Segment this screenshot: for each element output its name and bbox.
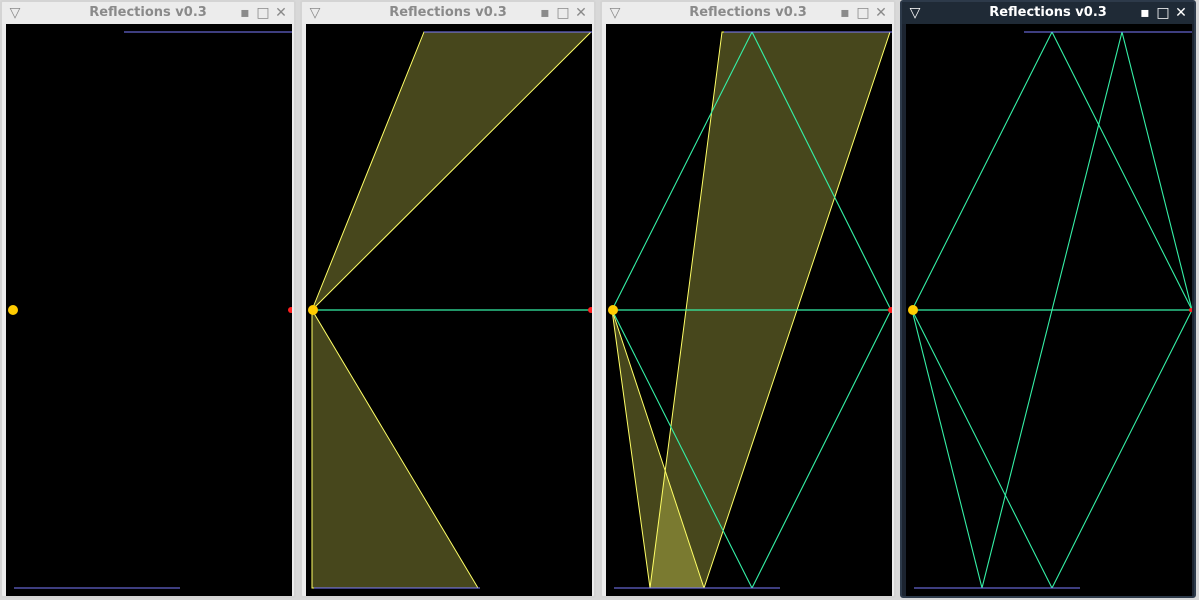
reflection-canvas-2[interactable] (306, 24, 592, 596)
upper-ray-out (1051, 31, 1192, 311)
reflection-scene-4 (908, 31, 1192, 589)
upper-ray-in (911, 31, 1053, 311)
maximize-button-3[interactable]: □ (856, 6, 870, 20)
close-button-4[interactable]: ✕ (1174, 6, 1188, 20)
maximize-button-2[interactable]: □ (556, 6, 570, 20)
right-bounce-ray-down (1121, 31, 1192, 311)
minimize-icon: ▪ (240, 5, 250, 21)
close-icon: ✕ (575, 5, 587, 21)
target-point (288, 307, 292, 313)
close-button-3[interactable]: ✕ (874, 6, 888, 20)
window-titlebar-2[interactable]: ▽ Reflections v0.3 ▪ □ ✕ (302, 2, 594, 24)
maximize-button-4[interactable]: □ (1156, 6, 1170, 20)
upper-reflection-area (311, 31, 592, 311)
reflection-canvas-1[interactable] (6, 24, 292, 596)
target-point (588, 307, 592, 313)
maximize-icon: □ (256, 5, 270, 21)
source-point (608, 305, 618, 315)
reflection-canvas-3[interactable] (606, 24, 892, 596)
source-point (8, 305, 18, 315)
reflection-scene-2 (308, 31, 592, 589)
target-point (888, 307, 892, 313)
reflection-scene-3 (608, 31, 892, 589)
lower-ray-out (1051, 309, 1192, 589)
close-icon: ✕ (875, 5, 887, 21)
minimize-icon: ▪ (540, 5, 550, 21)
minimize-icon: ▪ (840, 5, 850, 21)
left-bounce-ray-down (911, 309, 983, 589)
close-button-1[interactable]: ✕ (274, 6, 288, 20)
maximize-icon: □ (856, 5, 870, 21)
minimize-button-1[interactable]: ▪ (238, 6, 252, 20)
app-window-1[interactable]: ▽ Reflections v0.3 ▪ □ ✕ (0, 0, 296, 598)
minimize-button-3[interactable]: ▪ (838, 6, 852, 20)
reflection-canvas-4[interactable] (906, 24, 1192, 596)
minimize-button-4[interactable]: ▪ (1138, 6, 1152, 20)
window-titlebar-4[interactable]: ▽ Reflections v0.3 ▪ □ ✕ (902, 2, 1194, 24)
close-button-2[interactable]: ✕ (574, 6, 588, 20)
window-titlebar-3[interactable]: ▽ Reflections v0.3 ▪ □ ✕ (602, 2, 894, 24)
close-icon: ✕ (1175, 5, 1187, 21)
maximize-icon: □ (1156, 5, 1170, 21)
source-point (308, 305, 318, 315)
maximize-icon: □ (556, 5, 570, 21)
minimize-icon: ▪ (1140, 5, 1150, 21)
source-point (908, 305, 918, 315)
window-titlebar-1[interactable]: ▽ Reflections v0.3 ▪ □ ✕ (2, 2, 294, 24)
maximize-button-1[interactable]: □ (256, 6, 270, 20)
minimize-button-2[interactable]: ▪ (538, 6, 552, 20)
app-window-3[interactable]: ▽ Reflections v0.3 ▪ □ ✕ (600, 0, 896, 598)
reflection-scene-1 (8, 31, 292, 589)
lower-ray-in (911, 309, 1053, 589)
close-icon: ✕ (275, 5, 287, 21)
lower-reflection-area (311, 308, 479, 589)
app-window-4[interactable]: ▽ Reflections v0.3 ▪ □ ✕ (900, 0, 1196, 598)
desktop: ▽ Reflections v0.3 ▪ □ ✕ ▽ Reflections v… (0, 0, 1199, 600)
app-window-2[interactable]: ▽ Reflections v0.3 ▪ □ ✕ (300, 0, 596, 598)
target-point (1189, 308, 1192, 312)
